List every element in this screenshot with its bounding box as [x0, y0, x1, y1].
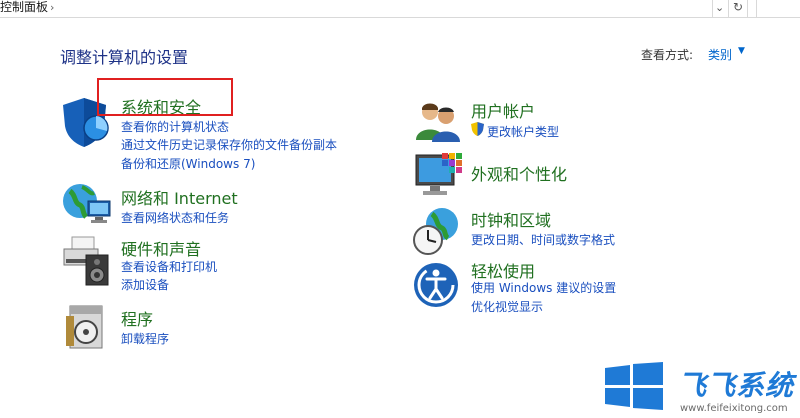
monitor-palette-icon[interactable] [414, 151, 462, 199]
clock-globe-icon[interactable] [412, 206, 462, 256]
link-devices-printers[interactable]: 查看设备和打印机 [121, 258, 217, 275]
link-file-history-backup[interactable]: 通过文件历史记录保存你的文件备份副本 [121, 136, 337, 153]
category-clock-region[interactable]: 时钟和区域 [471, 207, 551, 231]
network-globe-icon[interactable] [62, 181, 112, 227]
refresh-icon[interactable]: ↻ [728, 0, 748, 17]
link-change-date-time-format[interactable]: 更改日期、时间或数字格式 [471, 231, 615, 248]
watermark-brand: 飞飞系统 [678, 369, 795, 402]
ease-of-access-icon[interactable] [413, 262, 459, 308]
view-by-dropdown[interactable]: 类别 [708, 46, 732, 63]
search-input[interactable] [756, 0, 800, 17]
highlight-box [97, 78, 233, 116]
link-view-computer-status[interactable]: 查看你的计算机状态 [121, 118, 229, 135]
category-user-accounts[interactable]: 用户帐户 [471, 98, 535, 122]
category-hardware-sound[interactable]: 硬件和声音 [121, 236, 201, 260]
category-network-internet[interactable]: 网络和 Internet [121, 185, 238, 209]
view-by-arrow-icon[interactable]: ▼ [738, 46, 745, 56]
printer-speaker-icon[interactable] [62, 235, 110, 287]
link-backup-restore[interactable]: 备份和还原(Windows 7) [121, 155, 255, 172]
link-change-account-type[interactable]: 更改帐户类型 [487, 123, 559, 140]
windows-logo-icon [605, 362, 663, 410]
address-bar[interactable]: 控制面板 › ⌄ ↻ [0, 0, 800, 18]
control-panel-window: 控制面板 › ⌄ ↻ 调整计算机的设置 查看方式: 类别 ▼ 系统和安全 查看你… [0, 0, 800, 418]
programs-icon[interactable] [66, 304, 106, 350]
link-uninstall-program[interactable]: 卸载程序 [121, 330, 169, 347]
link-windows-suggested-settings[interactable]: 使用 Windows 建议的设置 [471, 279, 616, 296]
page-title: 调整计算机的设置 [60, 48, 189, 67]
link-optimize-visual-display[interactable]: 优化视觉显示 [471, 298, 543, 315]
breadcrumb-chevron-icon[interactable]: › [50, 1, 54, 14]
users-icon[interactable] [414, 100, 462, 142]
link-add-device[interactable]: 添加设备 [121, 276, 169, 293]
view-by-label: 查看方式: [641, 48, 694, 62]
category-programs[interactable]: 程序 [121, 306, 153, 330]
chevron-down-icon[interactable]: ⌄ [715, 0, 724, 15]
watermark-url: www.feifeixitong.com [680, 403, 788, 414]
link-view-network-status[interactable]: 查看网络状态和任务 [121, 209, 229, 226]
uac-shield-icon [471, 122, 484, 136]
category-appearance-personalization[interactable]: 外观和个性化 [471, 161, 567, 185]
breadcrumb-control-panel[interactable]: 控制面板 [0, 0, 48, 17]
